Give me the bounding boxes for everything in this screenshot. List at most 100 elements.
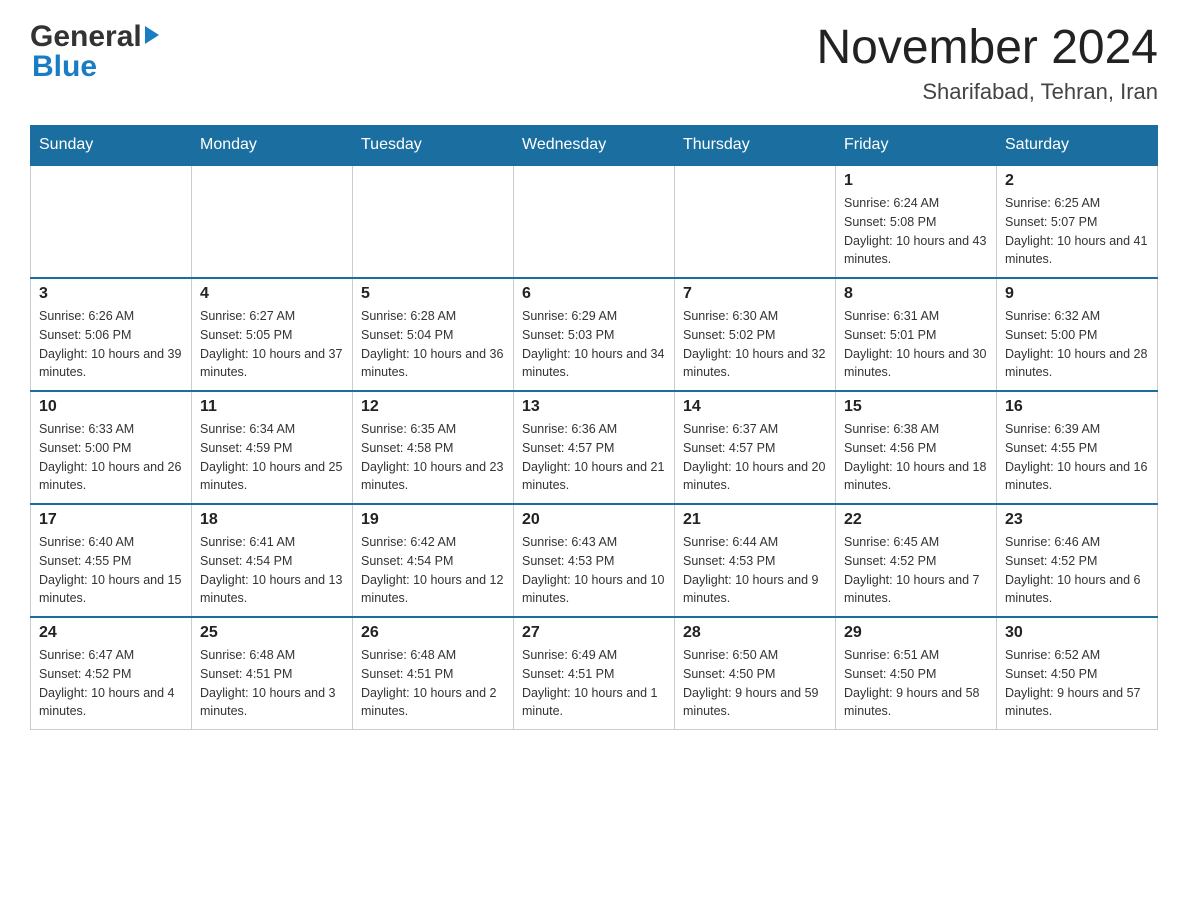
table-row: 25 Sunrise: 6:48 AMSunset: 4:51 PMDayligh…	[192, 617, 353, 730]
title-block: November 2024 Sharifabad, Tehran, Iran	[816, 20, 1158, 105]
month-title: November 2024	[816, 20, 1158, 75]
day-info: Sunrise: 6:40 AMSunset: 4:55 PMDaylight:…	[39, 533, 183, 608]
day-info: Sunrise: 6:30 AMSunset: 5:02 PMDaylight:…	[683, 307, 827, 382]
table-row: 5 Sunrise: 6:28 AMSunset: 5:04 PMDaylight…	[353, 278, 514, 391]
day-number: 2	[1005, 172, 1149, 190]
table-row: 10 Sunrise: 6:33 AMSunset: 5:00 PMDayligh…	[31, 391, 192, 504]
calendar-body: 1Sunrise: 6:24 AMSunset: 5:08 PMDaylight…	[31, 165, 1158, 730]
day-info: Sunrise: 6:33 AMSunset: 5:00 PMDaylight:…	[39, 420, 183, 495]
day-number: 30	[1005, 624, 1149, 642]
table-row: 3 Sunrise: 6:26 AMSunset: 5:06 PMDaylight…	[31, 278, 192, 391]
day-info: Sunrise: 6:49 AMSunset: 4:51 PMDaylight:…	[522, 646, 666, 721]
table-row: 28 Sunrise: 6:50 AMSunset: 4:50 PMDayligh…	[675, 617, 836, 730]
table-row	[675, 165, 836, 278]
table-row	[192, 165, 353, 278]
table-row: 20 Sunrise: 6:43 AMSunset: 4:53 PMDayligh…	[514, 504, 675, 617]
day-number: 17	[39, 511, 183, 529]
day-number: 16	[1005, 398, 1149, 416]
logo: General Blue	[30, 20, 159, 84]
table-row: 16 Sunrise: 6:39 AMSunset: 4:55 PMDayligh…	[997, 391, 1158, 504]
weekday-header-row: SundayMondayTuesdayWednesdayThursdayFrid…	[31, 126, 1158, 166]
table-row: 19Sunrise: 6:42 AMSunset: 4:54 PMDayligh…	[353, 504, 514, 617]
table-row: 13Sunrise: 6:36 AMSunset: 4:57 PMDayligh…	[514, 391, 675, 504]
day-info: Sunrise: 6:48 AMSunset: 4:51 PMDaylight:…	[361, 646, 505, 721]
day-number: 25	[200, 624, 344, 642]
table-row: 29Sunrise: 6:51 AMSunset: 4:50 PMDayligh…	[836, 617, 997, 730]
table-row: 27Sunrise: 6:49 AMSunset: 4:51 PMDayligh…	[514, 617, 675, 730]
day-number: 7	[683, 285, 827, 303]
table-row: 17 Sunrise: 6:40 AMSunset: 4:55 PMDayligh…	[31, 504, 192, 617]
day-number: 18	[200, 511, 344, 529]
logo-blue-text: Blue	[32, 50, 97, 84]
day-number: 14	[683, 398, 827, 416]
day-number: 29	[844, 624, 988, 642]
day-info: Sunrise: 6:27 AMSunset: 5:05 PMDaylight:…	[200, 307, 344, 382]
day-number: 11	[200, 398, 344, 416]
logo-general-text: General	[30, 20, 142, 54]
day-number: 9	[1005, 285, 1149, 303]
week-row-3: 10 Sunrise: 6:33 AMSunset: 5:00 PMDayligh…	[31, 391, 1158, 504]
table-row: 24Sunrise: 6:47 AMSunset: 4:52 PMDayligh…	[31, 617, 192, 730]
week-row-5: 24Sunrise: 6:47 AMSunset: 4:52 PMDayligh…	[31, 617, 1158, 730]
day-number: 26	[361, 624, 505, 642]
day-info: Sunrise: 6:36 AMSunset: 4:57 PMDaylight:…	[522, 420, 666, 495]
day-info: Sunrise: 6:39 AMSunset: 4:55 PMDaylight:…	[1005, 420, 1149, 495]
day-info: Sunrise: 6:48 AMSunset: 4:51 PMDaylight:…	[200, 646, 344, 721]
table-row: 21 Sunrise: 6:44 AMSunset: 4:53 PMDayligh…	[675, 504, 836, 617]
day-info: Sunrise: 6:31 AMSunset: 5:01 PMDaylight:…	[844, 307, 988, 382]
day-info: Sunrise: 6:24 AMSunset: 5:08 PMDaylight:…	[844, 194, 988, 269]
table-row	[514, 165, 675, 278]
day-info: Sunrise: 6:41 AMSunset: 4:54 PMDaylight:…	[200, 533, 344, 608]
day-info: Sunrise: 6:26 AMSunset: 5:06 PMDaylight:…	[39, 307, 183, 382]
table-row: 18 Sunrise: 6:41 AMSunset: 4:54 PMDayligh…	[192, 504, 353, 617]
week-row-4: 17 Sunrise: 6:40 AMSunset: 4:55 PMDayligh…	[31, 504, 1158, 617]
day-info: Sunrise: 6:35 AMSunset: 4:58 PMDaylight:…	[361, 420, 505, 495]
week-row-2: 3 Sunrise: 6:26 AMSunset: 5:06 PMDaylight…	[31, 278, 1158, 391]
day-number: 10	[39, 398, 183, 416]
weekday-header-sunday: Sunday	[31, 126, 192, 166]
table-row	[31, 165, 192, 278]
table-row: 8 Sunrise: 6:31 AMSunset: 5:01 PMDaylight…	[836, 278, 997, 391]
day-info: Sunrise: 6:29 AMSunset: 5:03 PMDaylight:…	[522, 307, 666, 382]
day-number: 21	[683, 511, 827, 529]
day-info: Sunrise: 6:43 AMSunset: 4:53 PMDaylight:…	[522, 533, 666, 608]
day-info: Sunrise: 6:32 AMSunset: 5:00 PMDaylight:…	[1005, 307, 1149, 382]
weekday-header-tuesday: Tuesday	[353, 126, 514, 166]
table-row: 11 Sunrise: 6:34 AMSunset: 4:59 PMDayligh…	[192, 391, 353, 504]
weekday-header-monday: Monday	[192, 126, 353, 166]
table-row: 23 Sunrise: 6:46 AMSunset: 4:52 PMDayligh…	[997, 504, 1158, 617]
table-row: 30 Sunrise: 6:52 AMSunset: 4:50 PMDayligh…	[997, 617, 1158, 730]
day-info: Sunrise: 6:28 AMSunset: 5:04 PMDaylight:…	[361, 307, 505, 382]
day-number: 23	[1005, 511, 1149, 529]
logo-arrow-icon	[145, 26, 159, 44]
table-row: 6 Sunrise: 6:29 AMSunset: 5:03 PMDaylight…	[514, 278, 675, 391]
day-number: 5	[361, 285, 505, 303]
table-row: 15Sunrise: 6:38 AMSunset: 4:56 PMDayligh…	[836, 391, 997, 504]
table-row: 9 Sunrise: 6:32 AMSunset: 5:00 PMDaylight…	[997, 278, 1158, 391]
day-info: Sunrise: 6:25 AMSunset: 5:07 PMDaylight:…	[1005, 194, 1149, 269]
day-number: 20	[522, 511, 666, 529]
day-number: 6	[522, 285, 666, 303]
day-number: 28	[683, 624, 827, 642]
weekday-header-saturday: Saturday	[997, 126, 1158, 166]
day-info: Sunrise: 6:37 AMSunset: 4:57 PMDaylight:…	[683, 420, 827, 495]
table-row: 1Sunrise: 6:24 AMSunset: 5:08 PMDaylight…	[836, 165, 997, 278]
day-info: Sunrise: 6:42 AMSunset: 4:54 PMDaylight:…	[361, 533, 505, 608]
week-row-1: 1Sunrise: 6:24 AMSunset: 5:08 PMDaylight…	[31, 165, 1158, 278]
day-info: Sunrise: 6:46 AMSunset: 4:52 PMDaylight:…	[1005, 533, 1149, 608]
table-row: 12 Sunrise: 6:35 AMSunset: 4:58 PMDayligh…	[353, 391, 514, 504]
day-number: 3	[39, 285, 183, 303]
day-info: Sunrise: 6:44 AMSunset: 4:53 PMDaylight:…	[683, 533, 827, 608]
day-number: 22	[844, 511, 988, 529]
day-info: Sunrise: 6:50 AMSunset: 4:50 PMDaylight:…	[683, 646, 827, 721]
day-info: Sunrise: 6:47 AMSunset: 4:52 PMDaylight:…	[39, 646, 183, 721]
day-number: 4	[200, 285, 344, 303]
calendar-header: SundayMondayTuesdayWednesdayThursdayFrid…	[31, 126, 1158, 166]
day-number: 8	[844, 285, 988, 303]
day-number: 12	[361, 398, 505, 416]
table-row: 14 Sunrise: 6:37 AMSunset: 4:57 PMDayligh…	[675, 391, 836, 504]
day-info: Sunrise: 6:34 AMSunset: 4:59 PMDaylight:…	[200, 420, 344, 495]
table-row: 4 Sunrise: 6:27 AMSunset: 5:05 PMDaylight…	[192, 278, 353, 391]
table-row: 26 Sunrise: 6:48 AMSunset: 4:51 PMDayligh…	[353, 617, 514, 730]
day-info: Sunrise: 6:52 AMSunset: 4:50 PMDaylight:…	[1005, 646, 1149, 721]
